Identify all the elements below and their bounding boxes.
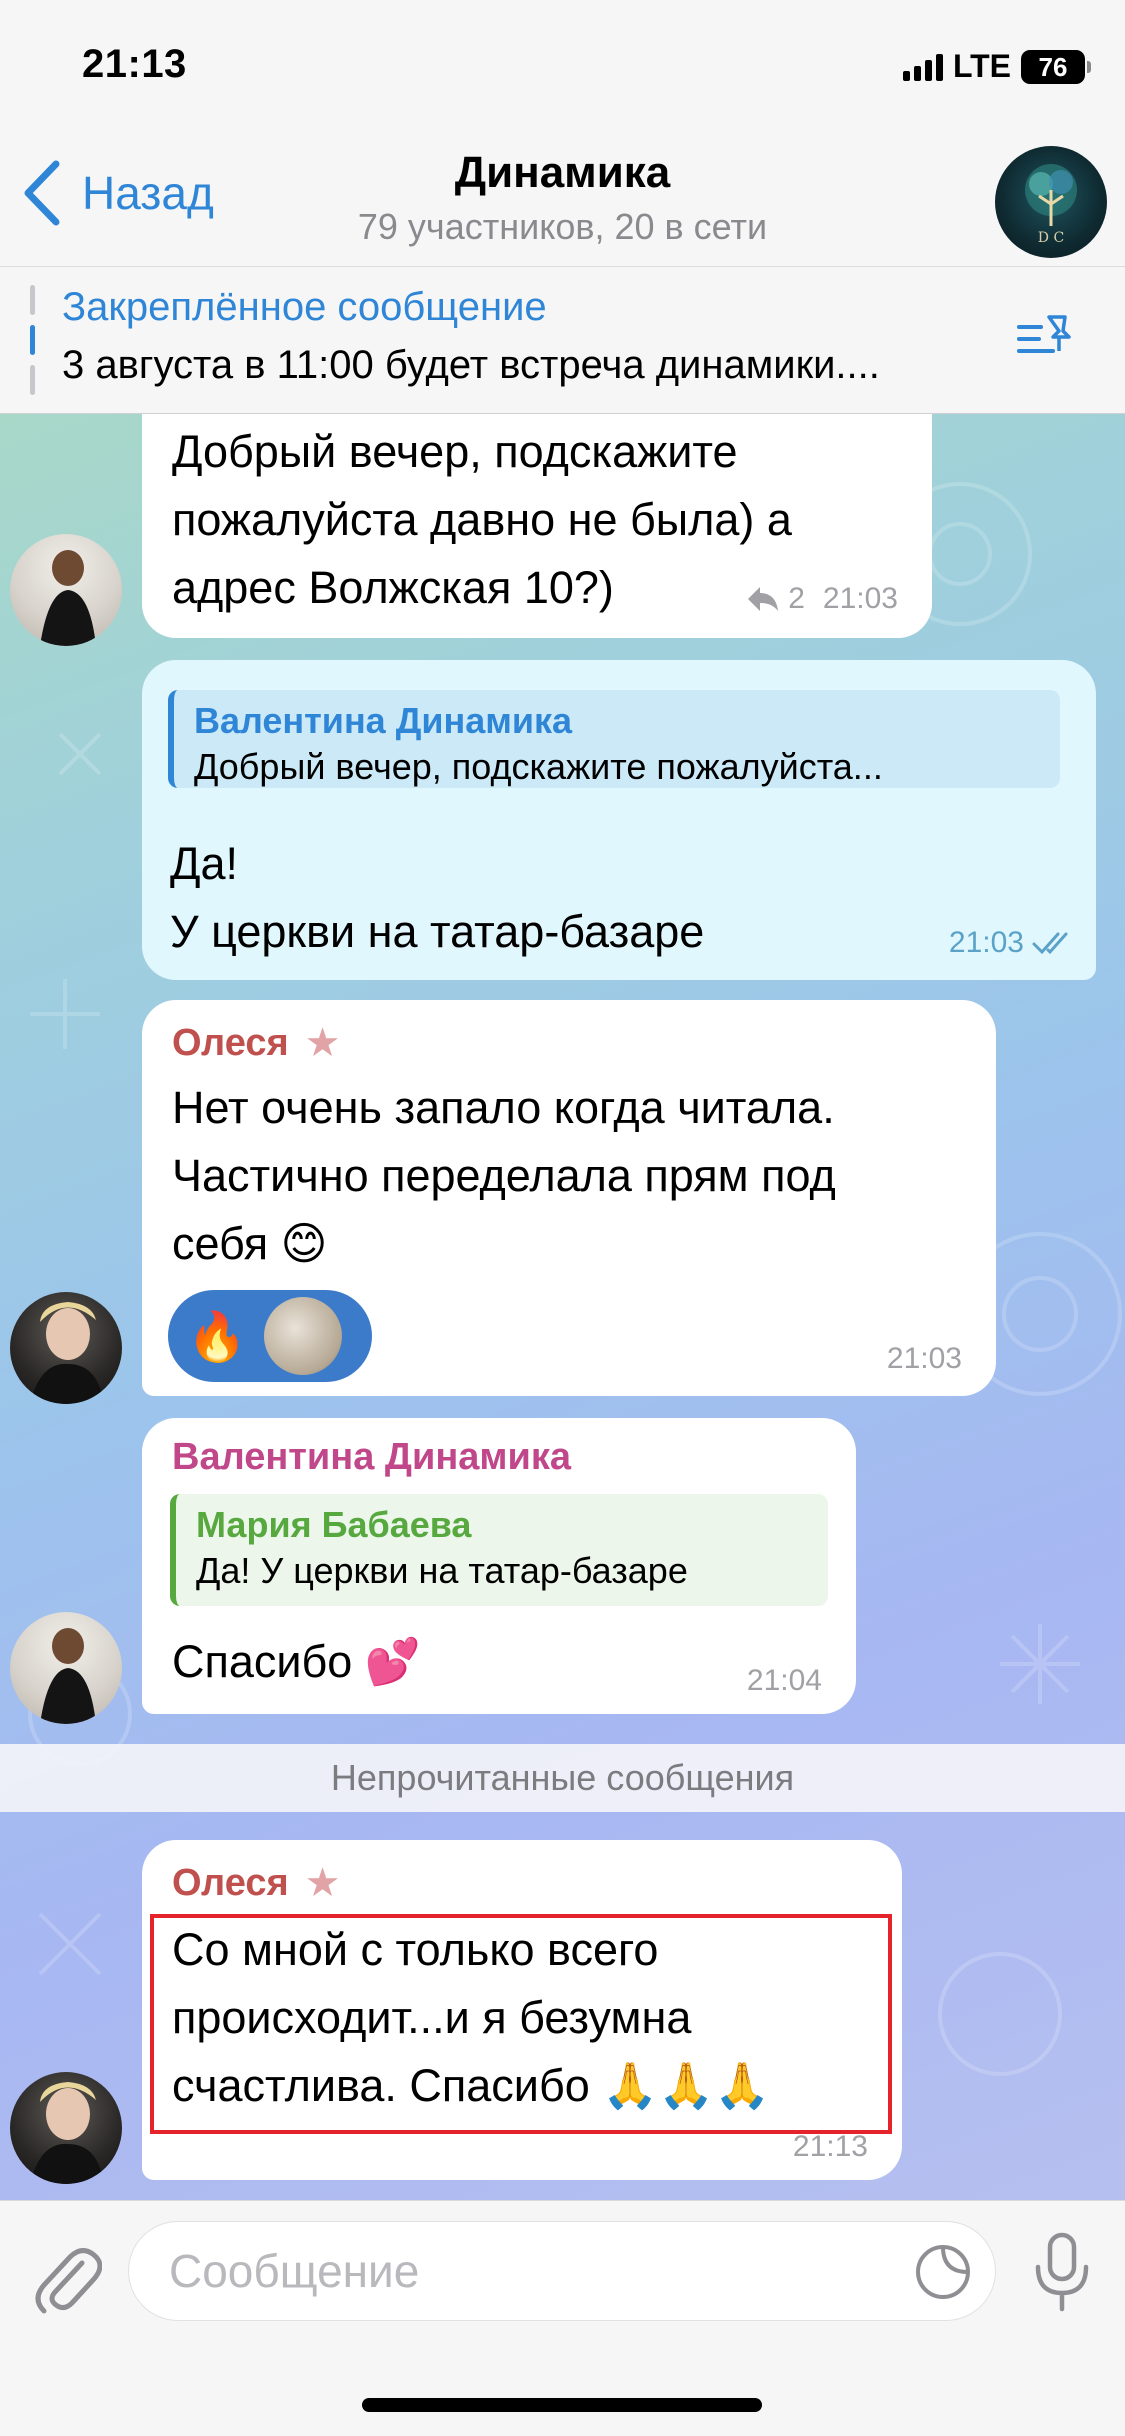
message-meta: 21:03: [887, 1342, 962, 1376]
message-text: Спасибо 💕: [172, 1636, 421, 1687]
message-placeholder: Сообщение: [169, 2245, 420, 2297]
star-icon: ★: [304, 1861, 341, 1905]
sender-photo: [40, 1628, 96, 1724]
double-check-icon: [1032, 932, 1068, 955]
paperclip-icon[interactable]: [30, 2235, 102, 2319]
pinned-indicator: [30, 285, 35, 395]
message-time: 21:03: [948, 926, 1024, 959]
pinned-message[interactable]: Закреплённое сообщение 3 августа в 11:00…: [0, 266, 1125, 414]
reactions[interactable]: 🔥: [168, 1290, 372, 1382]
message-bubble[interactable]: Олеся ★ Нет очень запало когда читала. Ч…: [142, 1000, 996, 1396]
avatar[interactable]: [10, 1292, 122, 1404]
pinned-list-icon[interactable]: [1013, 307, 1077, 371]
reply-author: Валентина Динамика: [194, 700, 573, 741]
reply-arrow-icon: [748, 587, 779, 611]
reply-preview[interactable]: Мария Бабаева Да! У церкви на татар-база…: [170, 1494, 828, 1606]
chat-title[interactable]: Динамика: [0, 148, 1125, 198]
svg-text:D C: D C: [1038, 230, 1064, 246]
top-bar: 21:13 LTE 76 Назад Динамика 79 участнико…: [0, 0, 1125, 266]
message-text: Нет очень запало когда читала. Частично …: [172, 1082, 836, 1269]
message-time: 21:03: [886, 1342, 962, 1375]
message-meta: 21:13: [793, 2130, 868, 2164]
pinned-title: Закреплённое сообщение: [62, 285, 547, 329]
sender-name-text: Олеся: [172, 1021, 289, 1064]
reply-preview[interactable]: Валентина Динамика Добрый вечер, подскаж…: [168, 690, 1060, 788]
home-indicator: [362, 2398, 762, 2412]
reply-author: Мария Бабаева: [196, 1504, 472, 1545]
avatar[interactable]: [10, 534, 122, 646]
microphone-icon[interactable]: [1030, 2231, 1094, 2315]
avatar[interactable]: [10, 2072, 122, 2184]
group-logo-icon: D C: [1025, 164, 1077, 246]
message-time: 21:03: [822, 582, 898, 615]
sender-name: Валентина Динамика: [172, 1436, 572, 1478]
message-bubble[interactable]: Валентина Динамика Мария Бабаева Да! У ц…: [142, 1418, 856, 1714]
message-bubble[interactable]: Добрый вечер, подскажите пожалуйста давн…: [142, 414, 932, 638]
unread-separator: Непрочитанные сообщения: [0, 1744, 1125, 1812]
replies-count: 2: [788, 582, 805, 615]
highlight-annotation: [150, 1914, 892, 2134]
reply-text: Да! У церкви на татар-базаре: [196, 1550, 688, 1591]
message-meta: 2 21:03: [746, 582, 898, 616]
star-icon: ★: [304, 1021, 341, 1065]
message-time: 21:04: [746, 1664, 822, 1697]
sender-name: Олеся ★: [172, 1860, 341, 1906]
outgoing-message-bubble[interactable]: Валентина Динамика Добрый вечер, подскаж…: [142, 660, 1096, 980]
signal-icon: [902, 53, 943, 81]
message-text: Да! У церкви на татар-базаре: [170, 838, 705, 957]
message-input[interactable]: Сообщение: [128, 2221, 996, 2321]
sender-name-text: Олеся: [172, 1861, 289, 1904]
battery-icon: 76: [1021, 49, 1091, 84]
reply-text: Добрый вечер, подскажите пожалуйста...: [194, 746, 883, 787]
sender-photo: [40, 550, 96, 646]
chat-subtitle: 79 участников, 20 в сети: [357, 206, 768, 247]
sender-photo: [30, 1302, 104, 1404]
reaction-user-avatar: [264, 1297, 342, 1375]
status-indicators: LTE 76: [902, 48, 1091, 85]
pinned-text: 3 августа в 11:00 будет встреча динамики…: [62, 343, 880, 387]
sender-photo: [30, 2082, 104, 2184]
message-meta: 21:03: [949, 926, 1076, 960]
message-meta: 21:04: [747, 1664, 822, 1698]
group-avatar[interactable]: D C: [995, 146, 1107, 258]
network-type: LTE: [952, 48, 1011, 84]
status-time: 21:13: [82, 42, 187, 86]
message-time: 21:13: [792, 2130, 868, 2163]
sticker-icon[interactable]: [913, 2242, 973, 2302]
avatar[interactable]: [10, 1612, 122, 1724]
fire-reaction: 🔥: [187, 1310, 247, 1364]
sender-name: Олеся ★: [172, 1020, 341, 1066]
